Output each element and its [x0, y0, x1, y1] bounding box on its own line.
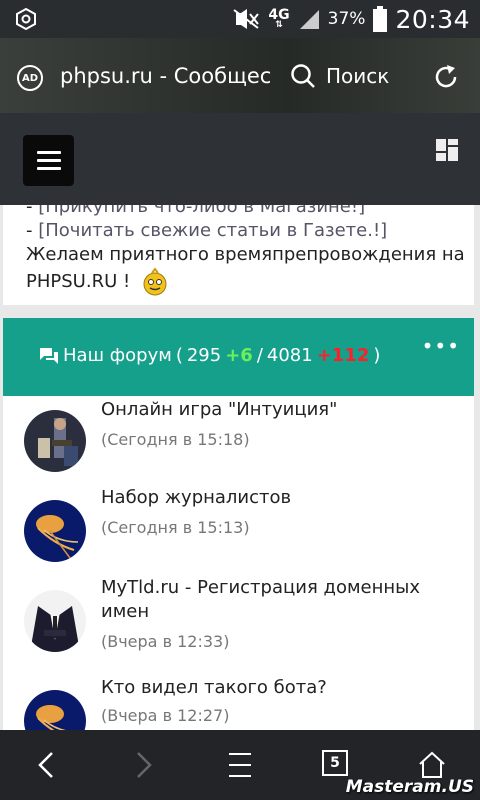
smiley-icon [143, 267, 167, 296]
battery-percent: 37% [327, 9, 366, 29]
topic-title[interactable]: MyTld.ru - Регистрация доменных имен [101, 576, 441, 624]
settings-icon [16, 7, 36, 31]
menu-icon[interactable] [225, 750, 255, 780]
topic-time: (Вчера в 12:27) [101, 706, 230, 725]
topic-item[interactable]: Набор журналистов (Сегодня в 15:13) [3, 486, 474, 576]
bottom-navigation: 5 Masteram.US [0, 730, 480, 800]
topic-title[interactable]: Набор журналистов [101, 486, 441, 510]
avatar-guitarist [24, 410, 86, 472]
paren-close: ) [373, 345, 381, 366]
menu-button[interactable] [23, 135, 74, 186]
avatar-jellyfish [24, 500, 86, 562]
page-content: - [Прикупить что-либо в Магазине!] - [По… [0, 205, 480, 730]
network-indicator: 4G ⇅ [268, 8, 289, 30]
clock: 20:34 [395, 4, 470, 34]
adblock-icon[interactable]: AD [17, 65, 43, 91]
topic-time: (Сегодня в 15:18) [101, 430, 250, 449]
address-bar: AD phpsu.ru - Сообщество Поиск [0, 38, 480, 113]
reload-icon[interactable] [432, 63, 460, 91]
search-button[interactable]: Поиск [290, 60, 389, 92]
forward-icon[interactable] [128, 750, 158, 780]
status-bar: 4G ⇅ 37% 20:34 [0, 0, 480, 38]
dash: - [26, 220, 33, 241]
menu-icon-bar [36, 167, 61, 170]
site-name: PHPSU.RU ! [26, 271, 131, 292]
posts-new-count: +112 [316, 345, 370, 366]
search-label: Поиск [326, 64, 390, 88]
topic-item[interactable]: Онлайн игра "Интуиция" (Сегодня в 15:18) [3, 396, 474, 486]
topic-title[interactable]: Кто видел такого бота? [101, 676, 441, 700]
avatar-jellyfish [24, 690, 86, 730]
welcome-block: - [Прикупить что-либо в Магазине!] - [По… [3, 205, 474, 305]
topic-item[interactable]: MyTld.ru - Регистрация доменных имен (Вч… [3, 576, 474, 676]
topics-count: 295 [186, 345, 222, 366]
site-header [0, 113, 480, 205]
posts-count: 4081 [266, 345, 313, 366]
shop-link[interactable]: [Прикупить что-либо в Магазине!] [38, 205, 365, 217]
url-field[interactable]: phpsu.ru - Сообщество [60, 64, 272, 88]
avatar-suit [24, 590, 86, 652]
signal-icon [299, 10, 319, 29]
topic-time: (Вчера в 12:33) [101, 632, 230, 651]
topic-title[interactable]: Онлайн игра "Интуиция" [101, 398, 441, 422]
tabs-button[interactable]: 5 [322, 750, 348, 776]
forum-header-bar[interactable]: Наш форум ( 295 +6 / 4081 +112 ) ••• [3, 318, 474, 396]
topic-time: (Сегодня в 15:13) [101, 518, 250, 537]
back-icon[interactable] [32, 750, 62, 780]
topic-list: Онлайн игра "Интуиция" (Сегодня в 15:18)… [3, 396, 474, 730]
menu-icon-bar [36, 151, 61, 154]
battery-icon [373, 6, 388, 32]
welcome-text: Желаем приятного времяпрепровождения на [26, 244, 465, 265]
paren-open: ( [175, 345, 183, 366]
search-icon [291, 64, 315, 88]
mute-icon [233, 9, 260, 29]
watermark: Masteram.US [345, 777, 474, 797]
topic-item[interactable]: Кто видел такого бота? (Вчера в 12:27) [3, 676, 474, 730]
chat-icon [40, 347, 58, 364]
forum-title: Наш форум [63, 345, 172, 366]
dash: - [26, 205, 33, 217]
more-options-icon[interactable]: ••• [422, 334, 460, 358]
tiles-icon[interactable] [436, 139, 458, 161]
topics-new-count: +6 [225, 345, 253, 366]
count-separator: / [256, 345, 263, 366]
menu-icon-bar [36, 159, 61, 162]
newspaper-link[interactable]: [Почитать свежие статьи в Газете.!] [38, 220, 387, 241]
home-icon[interactable] [417, 750, 447, 780]
